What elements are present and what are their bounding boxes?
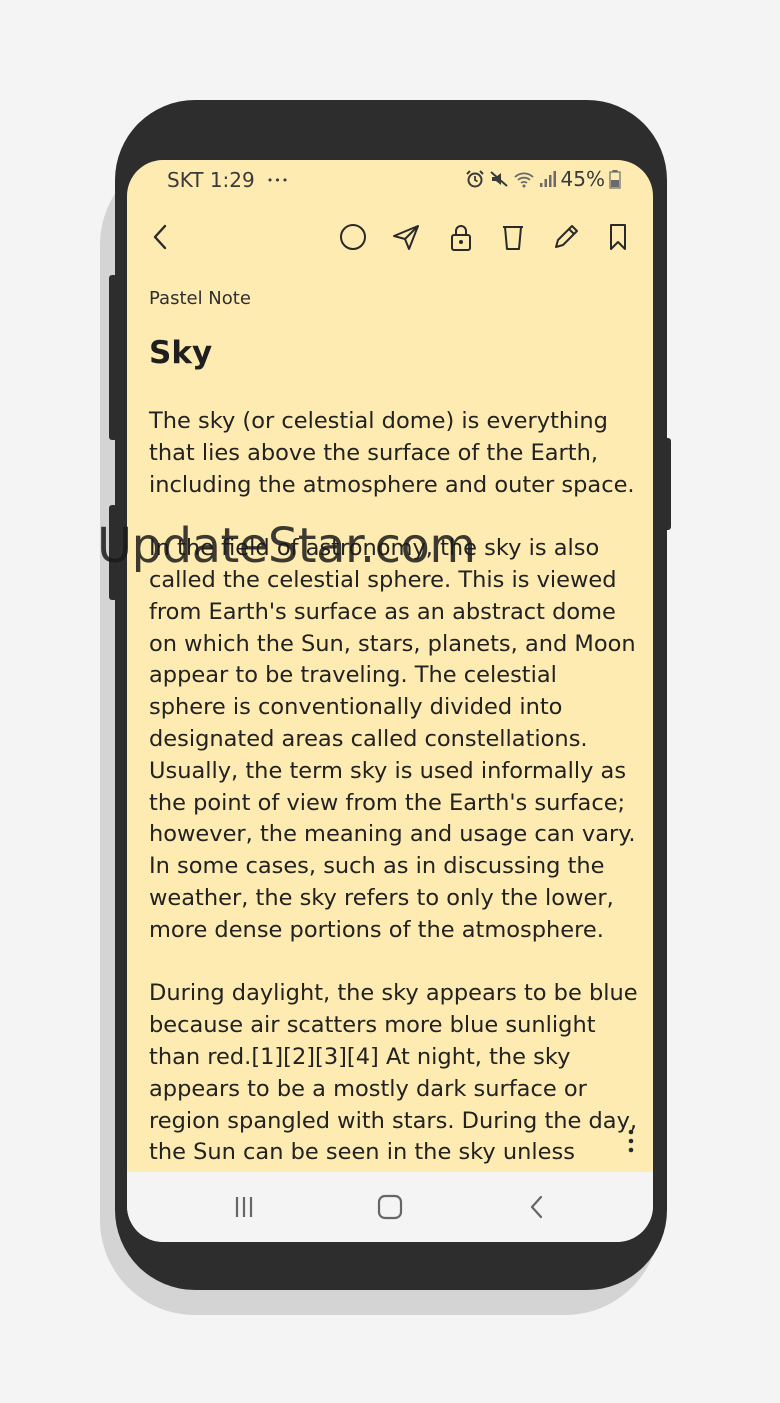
lock-icon[interactable] xyxy=(443,217,479,257)
wifi-icon xyxy=(513,169,535,189)
status-bar: SKT 1:29 ••• 45% xyxy=(127,160,653,200)
battery-percent: 45% xyxy=(560,167,605,191)
note-paragraph: In the field of astronomy, the sky is al… xyxy=(149,535,636,943)
status-right: 45% xyxy=(465,167,621,191)
volume-up-button xyxy=(109,275,117,440)
note-category: Pastel Note xyxy=(149,288,251,309)
recent-apps-icon[interactable] xyxy=(224,1187,264,1227)
note-title[interactable]: Sky xyxy=(149,335,212,371)
share-icon[interactable] xyxy=(388,217,424,257)
phone-screen: SKT 1:29 ••• 45% Pastel Note Sky The sky… xyxy=(127,160,653,1242)
status-left: SKT 1:29 ••• xyxy=(167,168,289,192)
mute-icon xyxy=(489,169,509,189)
back-icon[interactable] xyxy=(517,1187,557,1227)
edit-icon[interactable] xyxy=(548,217,584,257)
signal-icon xyxy=(539,169,557,189)
alarm-icon xyxy=(465,169,485,189)
power-button xyxy=(663,438,671,530)
home-icon[interactable] xyxy=(370,1187,410,1227)
note-toolbar xyxy=(127,212,653,262)
note-paragraph: The sky (or celestial dome) is everythin… xyxy=(149,408,635,498)
bixby-button xyxy=(109,505,117,600)
back-arrow-icon[interactable] xyxy=(143,217,179,257)
trash-icon[interactable] xyxy=(495,217,531,257)
note-body[interactable]: The sky (or celestial dome) is everythin… xyxy=(149,406,639,1201)
carrier-time: SKT 1:29 xyxy=(167,168,255,192)
system-navbar xyxy=(127,1172,653,1242)
note-paragraph: During daylight, the sky appears to be b… xyxy=(149,980,638,1166)
more-options-icon[interactable] xyxy=(621,1124,641,1158)
bookmark-icon[interactable] xyxy=(600,217,636,257)
circle-icon[interactable] xyxy=(335,217,371,257)
more-notifications-indicator: ••• xyxy=(266,173,290,187)
battery-icon xyxy=(609,169,621,189)
